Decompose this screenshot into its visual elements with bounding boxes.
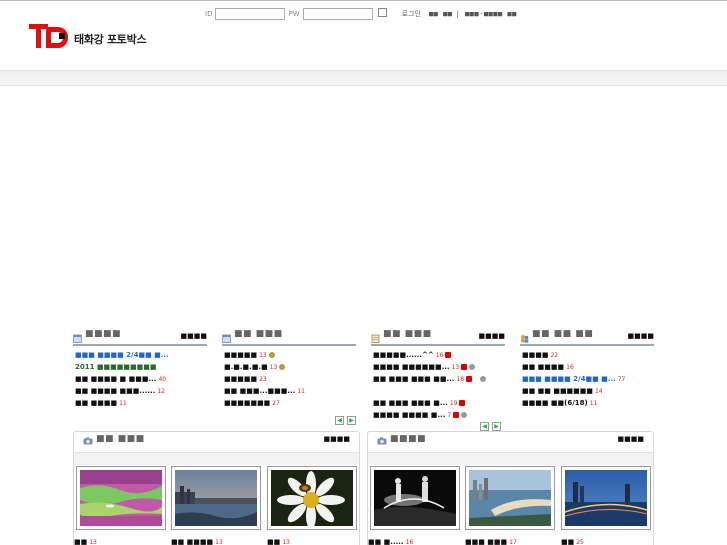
prev-page-button[interactable]: ◀: [480, 422, 489, 431]
night-bridge-photo: [564, 470, 648, 526]
list-item[interactable]: ■■ ■■■■ 16: [520, 361, 654, 373]
list-item[interactable]: ■■ ■■■■ 11: [73, 397, 207, 409]
camera-icon: [83, 437, 93, 445]
list-item[interactable]: ■■■ ■■■■ 2/4■■ ■...: [73, 349, 207, 361]
nav-bar: [0, 70, 727, 86]
list-item[interactable]: ■■ ■■■ ■■■ ■... 19: [371, 397, 505, 409]
list-item[interactable]: ■■ ■■■■ ■■■...... 12: [73, 385, 207, 397]
photo-thumb[interactable]: [171, 466, 261, 530]
photo-thumb[interactable]: [561, 466, 651, 530]
list-item[interactable]: ■■■■■......^^ 16: [371, 349, 505, 361]
camera-icon: [377, 437, 387, 445]
more-link[interactable]: ■■■■: [618, 435, 644, 443]
list-item[interactable]: ■■■ ■■■■ 2/4■■ ■... 77: [520, 373, 654, 385]
photo-section-gallery: ■■ ■■■ ■■■■ ■■ 13 ■■ ■■■■ 13 ■■ 13: [73, 431, 360, 545]
login-bar: ID PW 로그인 ■■ ■■ | ■■■·■■■■ ■■: [205, 7, 520, 20]
list-item[interactable]: ■■■■■■■ 27: [222, 397, 356, 409]
save-id-checkbox[interactable]: [377, 7, 387, 17]
list-item[interactable]: ■■ ■■ ■■■■■■ 14: [520, 385, 654, 397]
section-title: ■■■■: [390, 434, 427, 444]
list-item[interactable]: ■■■■ ■■■■ ■... 7: [371, 409, 505, 421]
photo-thumb[interactable]: [267, 466, 357, 530]
list-item[interactable]: ■■■■ ■■■■■■... 13: [371, 361, 505, 373]
board-title: ■■ ■■ ■■: [532, 329, 594, 339]
new-badge-icon: [453, 412, 460, 418]
photo-caption[interactable]: ■■ ■..... 16: [368, 538, 413, 545]
site-logo[interactable]: 태화강 포토박스: [29, 24, 147, 48]
photo-badge-icon: [480, 376, 487, 382]
top-border: [0, 0, 727, 1]
list-item[interactable]: ■■■■■ 23: [222, 373, 356, 385]
list-item: [371, 385, 505, 397]
section-title: ■■ ■■■: [96, 434, 145, 444]
account-links: ■■ ■■ | ■■■·■■■■ ■■: [428, 10, 517, 18]
new-badge-icon: [461, 364, 468, 370]
new-badge-icon: [466, 376, 473, 382]
pink-field-photo: [80, 470, 162, 526]
find-account-link[interactable]: ■■■·■■■■ ■■: [465, 10, 517, 18]
id-label: ID: [205, 10, 213, 18]
board-free: ■■ ■■■ ■■■■■ 13 ■.■.■.■.■ 13 ■■■■■ 23 ■■ ■■…: [222, 326, 356, 425]
note-icon: [371, 334, 380, 343]
daisy-bee-photo: [271, 470, 353, 529]
new-badge-icon: [268, 352, 275, 358]
list-item[interactable]: ■■ ■■■...■■■... 11: [222, 385, 356, 397]
prev-page-button[interactable]: ◀: [335, 416, 344, 425]
board-title: ■■■■: [85, 329, 122, 339]
board-title: ■■ ■■■: [383, 329, 432, 339]
list-item[interactable]: ■■■■ ■■(6/18) 11: [520, 397, 654, 409]
list-item[interactable]: 2011 ■■■■■■■■■: [73, 361, 207, 373]
photo-thumb[interactable]: [370, 466, 460, 530]
calendar-icon: [73, 334, 82, 343]
board-pager: ◀ ▶: [480, 422, 501, 431]
site-name: 태화강 포토박스: [74, 33, 147, 46]
calendar-icon: [222, 334, 231, 343]
photo-badge-icon: [469, 364, 476, 370]
board-members: ■■ ■■ ■■ ■■■■ ■■■■ 22 ■■ ■■■■ 16 ■■■ ■■■■ …: [520, 326, 654, 409]
photo-caption[interactable]: ■■ 13: [74, 538, 97, 545]
bw-fishermen-photo: [374, 470, 456, 526]
harbor-dusk-photo: [175, 470, 257, 526]
more-link[interactable]: ■■■■: [628, 332, 654, 340]
list-item[interactable]: ■■ ■■■ ■■■ ■■... 18: [371, 373, 505, 385]
photo-caption[interactable]: ■■ 25: [561, 538, 584, 545]
more-link[interactable]: ■■■■: [324, 435, 350, 443]
next-page-button[interactable]: ▶: [347, 416, 356, 425]
board-pager: ◀ ▶: [335, 416, 356, 425]
photo-thumb[interactable]: [76, 466, 166, 530]
signup-link[interactable]: ■■ ■■: [429, 10, 453, 18]
login-button[interactable]: 로그인: [402, 9, 421, 19]
more-link[interactable]: ■■■■: [479, 332, 505, 340]
list-item[interactable]: ■■■■ 22: [520, 349, 654, 361]
pw-input[interactable]: [302, 8, 373, 20]
list-item[interactable]: ■■ ■■■■ ■ ■■■... 40: [73, 373, 207, 385]
pw-label: PW: [288, 10, 300, 18]
board-notice: ■■■■ ■■■■ ■■■ ■■■■ 2/4■■ ■... 2011 ■■■■■…: [73, 326, 207, 409]
photo-caption[interactable]: ■■ ■■■■ 13: [171, 538, 223, 545]
list-item[interactable]: ■.■.■.■.■ 13: [222, 361, 356, 373]
new-badge-icon: [279, 364, 286, 370]
photo-badge-icon: [461, 412, 468, 418]
logo-mark-icon: [29, 24, 72, 48]
photo-caption[interactable]: ■■■ ■■■ 17: [465, 538, 517, 545]
photo-caption[interactable]: ■■ 13: [267, 538, 290, 545]
photo-thumb[interactable]: [465, 466, 555, 530]
list-item[interactable]: ■■■■■ 13: [222, 349, 356, 361]
people-icon: [521, 335, 529, 343]
new-badge-icon: [459, 400, 466, 406]
next-page-button[interactable]: ▶: [492, 422, 501, 431]
id-input[interactable]: [215, 8, 286, 20]
new-badge-icon: [445, 352, 452, 358]
coastal-city-photo: [469, 470, 551, 526]
board-title: ■■ ■■■: [234, 329, 283, 339]
photo-section-contest: ■■■■ ■■■■ ■■ ■..... 16 ■■■ ■■■ 17 ■■ 25: [367, 431, 654, 545]
board-essay: ■■ ■■■ ■■■■ ■■■■■......^^ 16 ■■■■ ■■■■■■.…: [371, 326, 505, 431]
more-link[interactable]: ■■■■: [181, 332, 207, 340]
